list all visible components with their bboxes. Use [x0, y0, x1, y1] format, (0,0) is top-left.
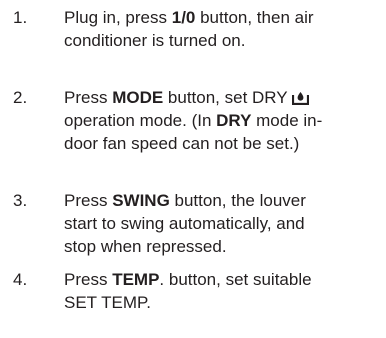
step-number: 4. — [13, 270, 28, 289]
step-text: Press SWING button, the louver start to … — [64, 189, 376, 258]
temp-button-label: TEMP — [112, 270, 160, 289]
step-text-fragment: Press — [64, 191, 113, 210]
dry-mode-label: DRY — [216, 111, 252, 130]
power-button-label: 1/0 — [171, 8, 196, 27]
step-line: stop when repressed. — [64, 237, 227, 256]
step-text-fragment: Press — [64, 270, 113, 289]
step-text: Plug in, press 1/0 button, then air cond… — [64, 6, 376, 52]
step-line: start to swing automatically, and — [64, 214, 305, 233]
step-line: door fan speed can not be set.) — [64, 134, 300, 153]
step-text-fragment: Plug in, press — [64, 8, 172, 27]
dry-mode-icon — [292, 92, 310, 105]
step-text-fragment: button, the louver — [169, 191, 306, 210]
step-text: Press MODE button, set DRY operation mod… — [64, 86, 376, 155]
step-number: 3. — [13, 191, 28, 210]
step-line: Press SWING button, the louver — [64, 189, 376, 212]
step-text-fragment: mode in- — [251, 111, 323, 130]
step-text-fragment: button, then air — [195, 8, 314, 27]
swing-button-label: SWING — [112, 191, 170, 210]
step-line: conditioner is turned on. — [64, 31, 246, 50]
step-number: 2. — [13, 88, 28, 107]
step-line: operation mode. (In DRY mode in- — [64, 109, 376, 132]
step-text-fragment: . button, set suitable — [159, 270, 312, 289]
step-text-fragment: Press — [64, 88, 113, 107]
step-text: Press TEMP. button, set suitable SET TEM… — [64, 268, 376, 314]
mode-button-label: MODE — [112, 88, 164, 107]
step-line: Plug in, press 1/0 button, then air — [64, 6, 376, 29]
step-line: Press TEMP. button, set suitable — [64, 268, 376, 291]
step-line: Press MODE button, set DRY — [64, 86, 376, 109]
step-line: SET TEMP. — [64, 293, 151, 312]
step-text-fragment: button, set DRY — [163, 88, 293, 107]
step-text-fragment: operation mode. (In — [64, 111, 217, 130]
step-number: 1. — [13, 8, 28, 27]
